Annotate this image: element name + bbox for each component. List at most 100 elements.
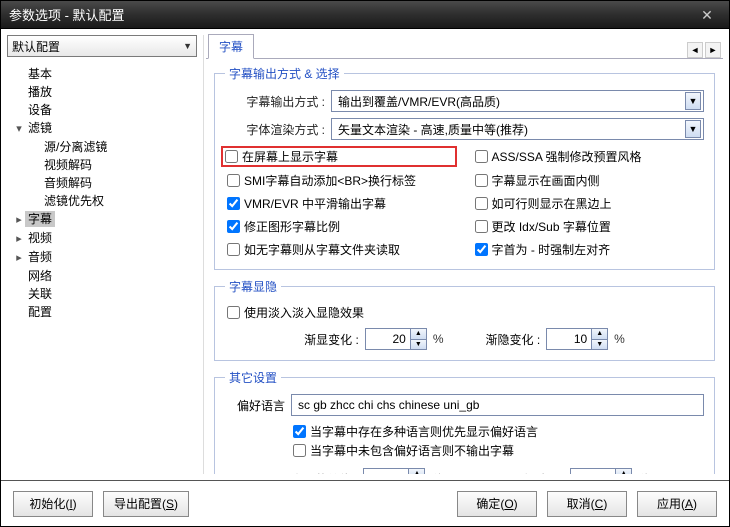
sync-step-input[interactable] xyxy=(364,469,408,474)
tree-item-label[interactable]: 音频 xyxy=(25,249,55,265)
tree-item[interactable]: 视频解码 xyxy=(29,156,197,174)
tree-expand-icon[interactable]: ▸ xyxy=(13,230,25,248)
group-other-legend: 其它设置 xyxy=(225,369,281,386)
group-fade-legend: 字幕显隐 xyxy=(225,278,281,295)
tree-item[interactable]: 设备 xyxy=(13,101,197,119)
pref-lang-label: 偏好语言 xyxy=(225,397,285,414)
sync-step-label: 同步调节单位 : xyxy=(279,471,358,475)
cb-show-on-screen[interactable]: 在屏幕上显示字幕 xyxy=(221,146,457,167)
tree-item-label[interactable]: 滤镜 xyxy=(25,120,55,136)
tree-item[interactable]: ▾滤镜源/分离滤镜视频解码音频解码滤镜优先权 xyxy=(13,119,197,210)
profile-combo[interactable]: 默认配置 ▼ xyxy=(7,35,197,57)
cb-idxsub-pos[interactable]: 更改 Idx/Sub 字幕位置 xyxy=(473,217,705,236)
tree-item[interactable]: 音频解码 xyxy=(29,174,197,192)
sec-unit: 秒 xyxy=(638,471,650,475)
tree-item[interactable]: 网络 xyxy=(13,267,197,285)
init-button[interactable]: 初始化(I) xyxy=(13,491,93,517)
tab-subtitle[interactable]: 字幕 xyxy=(208,34,254,59)
fadein-input[interactable] xyxy=(366,329,410,349)
cb-skip-no-pref[interactable]: 当字幕中未包含偏好语言则不输出字幕 xyxy=(291,441,704,460)
export-button[interactable]: 导出配置(S) xyxy=(103,491,189,517)
tree-item-label[interactable]: 设备 xyxy=(25,102,55,118)
preferences-window: 参数选项 - 默认配置 ✕ 默认配置 ▼ 基本播放设备▾滤镜源/分离滤镜视频解码… xyxy=(0,0,730,527)
group-fade: 字幕显隐 使用淡入淡入显隐效果 渐显变化 : ▲▼ % 渐隐变化 : xyxy=(214,278,715,361)
spin-up-icon[interactable]: ▲ xyxy=(592,329,607,340)
tree-item[interactable]: 滤镜优先权 xyxy=(29,192,197,210)
fadeout-spin[interactable]: ▲▼ xyxy=(546,328,608,350)
category-tree: 基本播放设备▾滤镜源/分离滤镜视频解码音频解码滤镜优先权▸字幕▸视频▸音频网络关… xyxy=(7,61,197,474)
cancel-button[interactable]: 取消(C) xyxy=(547,491,627,517)
tree-item-label[interactable]: 视频解码 xyxy=(41,157,95,173)
cb-pref-lang-priority[interactable]: 当字幕中存在多种语言则优先显示偏好语言 xyxy=(291,422,704,441)
group-other: 其它设置 偏好语言 当字幕中存在多种语言则优先显示偏好语言 当字幕中未包含偏好语… xyxy=(214,369,715,474)
pref-lang-input[interactable] xyxy=(291,394,704,416)
tree-item-label[interactable]: 视频 xyxy=(25,230,55,246)
percent-unit: % xyxy=(614,332,625,346)
output-mode-value: 输出到覆盖/VMR/EVR(高品质) xyxy=(338,93,500,110)
tree-item-label[interactable]: 网络 xyxy=(25,268,55,284)
tree-item-label[interactable]: 关联 xyxy=(25,286,55,302)
spin-up-icon[interactable]: ▲ xyxy=(411,329,426,340)
spin-down-icon[interactable]: ▼ xyxy=(411,340,426,350)
tree-item-label[interactable]: 源/分离滤镜 xyxy=(41,139,110,155)
group-output: 字幕输出方式 & 选择 字幕输出方式 : 输出到覆盖/VMR/EVR(高品质) … xyxy=(214,65,715,270)
tree-item-label[interactable]: 滤镜优先权 xyxy=(41,193,107,209)
tab-bar: 字幕 ◄ ► xyxy=(206,35,723,59)
chevron-down-icon: ▼ xyxy=(685,120,701,138)
min-stay-input[interactable] xyxy=(571,469,615,474)
tab-next-icon[interactable]: ► xyxy=(705,42,721,58)
sec-unit: 秒 xyxy=(431,471,443,475)
cb-read-folder[interactable]: 如无字幕则从字幕文件夹读取 xyxy=(225,240,457,259)
close-icon[interactable]: ✕ xyxy=(693,5,721,25)
tree-expand-icon[interactable]: ▸ xyxy=(13,249,25,267)
cb-smi-br[interactable]: SMI字幕自动添加<BR>换行标签 xyxy=(225,171,457,190)
tab-label: 字幕 xyxy=(219,40,243,54)
min-stay-spin[interactable]: ▲▼ xyxy=(570,468,632,474)
cb-inside-picture[interactable]: 字幕显示在画面内侧 xyxy=(473,171,705,190)
spin-up-icon[interactable]: ▲ xyxy=(616,469,631,474)
left-pane: 默认配置 ▼ 基本播放设备▾滤镜源/分离滤镜视频解码音频解码滤镜优先权▸字幕▸视… xyxy=(7,35,197,474)
apply-button[interactable]: 应用(A) xyxy=(637,491,717,517)
tree-collapse-icon[interactable]: ▾ xyxy=(13,120,25,138)
tree-item[interactable]: 播放 xyxy=(13,83,197,101)
fadeout-input[interactable] xyxy=(547,329,591,349)
cb-use-fade[interactable]: 使用淡入淡入显隐效果 xyxy=(225,303,704,322)
cb-dash-left[interactable]: 字首为 - 时强制左对齐 xyxy=(473,240,705,259)
spin-up-icon[interactable]: ▲ xyxy=(409,469,424,474)
window-title: 参数选项 - 默认配置 xyxy=(9,5,125,24)
sync-step-spin[interactable]: ▲▼ xyxy=(363,468,425,474)
tree-item-label[interactable]: 播放 xyxy=(25,84,55,100)
cb-fix-ratio[interactable]: 修正图形字幕比例 xyxy=(225,217,457,236)
tree-item-label[interactable]: 字幕 xyxy=(25,211,55,227)
footer: 初始化(I) 导出配置(S) 确定(O) 取消(C) 应用(A) xyxy=(1,480,729,526)
tree-item-label[interactable]: 基本 xyxy=(25,66,55,82)
tree-item[interactable]: ▸字幕 xyxy=(13,210,197,229)
content-area: 默认配置 ▼ 基本播放设备▾滤镜源/分离滤镜视频解码音频解码滤镜优先权▸字幕▸视… xyxy=(1,29,729,480)
ok-button[interactable]: 确定(O) xyxy=(457,491,537,517)
fadein-label: 渐显变化 : xyxy=(304,331,359,348)
tab-prev-icon[interactable]: ◄ xyxy=(687,42,703,58)
tree-item[interactable]: 关联 xyxy=(13,285,197,303)
fadein-spin[interactable]: ▲▼ xyxy=(365,328,427,350)
spin-down-icon[interactable]: ▼ xyxy=(592,340,607,350)
tree-item[interactable]: 源/分离滤镜 xyxy=(29,138,197,156)
chevron-down-icon: ▼ xyxy=(183,41,192,51)
cb-blackbar[interactable]: 如可行则显示在黑边上 xyxy=(473,194,705,213)
tree-item[interactable]: 配置 xyxy=(13,303,197,321)
right-pane: 字幕 ◄ ► 字幕输出方式 & 选择 字幕输出方式 : 输出到覆盖/VMR/EV… xyxy=(203,35,723,474)
cb-vmr-smooth[interactable]: VMR/EVR 中平滑输出字幕 xyxy=(225,194,457,213)
render-mode-select[interactable]: 矢量文本渲染 - 高速,质量中等(推荐) ▼ xyxy=(331,118,704,140)
tree-item[interactable]: ▸视频 xyxy=(13,229,197,248)
percent-unit: % xyxy=(433,332,444,346)
min-stay-label: 最小滞留时间 : xyxy=(486,471,565,475)
render-mode-label: 字体渲染方式 : xyxy=(225,121,325,138)
tree-item[interactable]: 基本 xyxy=(13,65,197,83)
tree-expand-icon[interactable]: ▸ xyxy=(13,211,25,229)
output-mode-select[interactable]: 输出到覆盖/VMR/EVR(高品质) ▼ xyxy=(331,90,704,112)
tab-nav: ◄ ► xyxy=(687,42,723,58)
tree-item-label[interactable]: 配置 xyxy=(25,304,55,320)
tree-item[interactable]: ▸音频 xyxy=(13,248,197,267)
tree-item-label[interactable]: 音频解码 xyxy=(41,175,95,191)
tab-body: 字幕输出方式 & 选择 字幕输出方式 : 输出到覆盖/VMR/EVR(高品质) … xyxy=(206,59,723,474)
cb-ass-force-style[interactable]: ASS/SSA 强制修改预置风格 xyxy=(473,146,705,167)
